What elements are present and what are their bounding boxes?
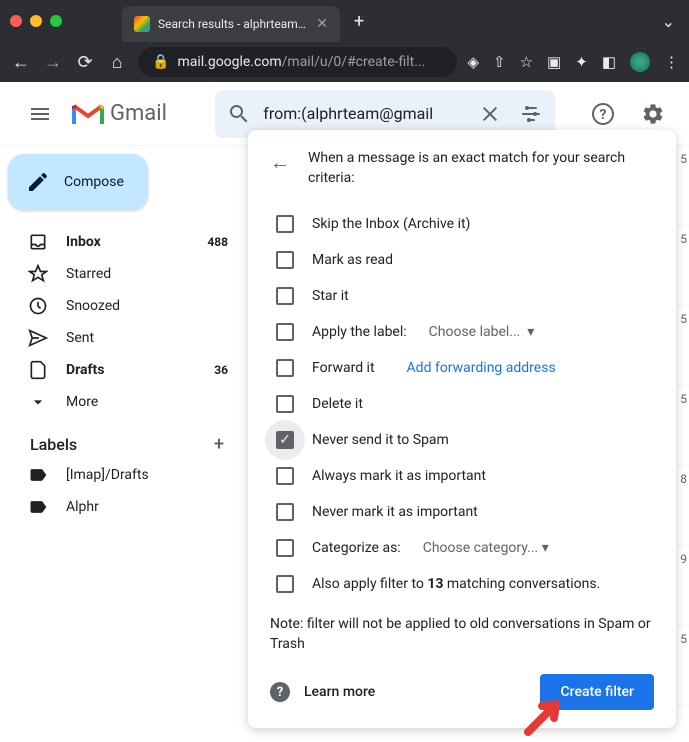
eye-icon[interactable]: ◈ bbox=[467, 53, 479, 71]
kebab-menu-icon[interactable]: ⋮ bbox=[664, 53, 679, 71]
close-window-icon[interactable] bbox=[10, 15, 22, 27]
forward-button[interactable]: → bbox=[42, 52, 64, 73]
close-tab-icon[interactable]: ✕ bbox=[316, 16, 328, 32]
sidebar-item-inbox[interactable]: Inbox 488 bbox=[8, 226, 240, 258]
nav-label: Sent bbox=[66, 330, 94, 346]
labels-header: Labels + bbox=[8, 418, 240, 459]
clock-icon bbox=[28, 296, 48, 316]
nav-label: Drafts bbox=[66, 362, 104, 378]
checkbox-never-spam[interactable]: ✓ bbox=[276, 431, 294, 449]
checkbox-apply-label[interactable] bbox=[276, 323, 294, 341]
url-path: /mail/u/0/#create-filt... bbox=[282, 54, 426, 70]
checkbox-forward-it[interactable] bbox=[276, 359, 294, 377]
minimize-window-icon[interactable] bbox=[30, 15, 42, 27]
browser-tab[interactable]: Search results - alphrteam@... ✕ bbox=[122, 6, 340, 42]
share-icon[interactable]: ⇧ bbox=[493, 53, 506, 71]
nav-label: Snoozed bbox=[66, 298, 120, 314]
add-forwarding-link[interactable]: Add forwarding address bbox=[407, 360, 556, 376]
option-never-important: Never mark it as important bbox=[312, 504, 478, 520]
label-item[interactable]: [Imap]/Drafts bbox=[8, 459, 240, 491]
tab-title: Search results - alphrteam@... bbox=[158, 17, 308, 31]
nav-count: 36 bbox=[214, 363, 228, 377]
checkbox-never-important[interactable] bbox=[276, 503, 294, 521]
sidebar-item-more[interactable]: More bbox=[8, 386, 240, 418]
checkbox-also-apply[interactable] bbox=[276, 575, 294, 593]
filter-note: Note: filter will not be applied to old … bbox=[270, 614, 654, 654]
label-icon bbox=[28, 497, 48, 517]
choose-label-dropdown[interactable]: Choose label... ▾ bbox=[429, 324, 535, 340]
checkbox-categorize[interactable] bbox=[276, 539, 294, 557]
send-icon bbox=[28, 328, 48, 348]
option-forward-it: Forward it bbox=[312, 360, 375, 376]
gmail-logo[interactable]: Gmail bbox=[72, 101, 167, 126]
annotation-arrow bbox=[522, 694, 566, 742]
compose-label: Compose bbox=[64, 174, 124, 190]
tabs-icon[interactable]: ▣ bbox=[547, 53, 561, 71]
help-circle-icon[interactable]: ? bbox=[270, 682, 290, 702]
lock-icon: 🔒 bbox=[152, 54, 169, 70]
sidepanel-icon[interactable]: ◧ bbox=[602, 53, 616, 71]
sidebar-item-starred[interactable]: Starred bbox=[8, 258, 240, 290]
compose-button[interactable]: Compose bbox=[8, 154, 148, 210]
option-never-spam: Never send it to Spam bbox=[312, 432, 449, 448]
option-star-it: Star it bbox=[312, 288, 349, 304]
hamburger-menu-icon[interactable] bbox=[16, 90, 64, 138]
add-label-icon[interactable]: + bbox=[214, 434, 224, 455]
option-always-important: Always mark it as important bbox=[312, 468, 486, 484]
back-button[interactable]: ← bbox=[10, 52, 32, 73]
url-host: mail.google.com bbox=[177, 54, 281, 70]
checkbox-mark-read[interactable] bbox=[276, 251, 294, 269]
nav-count: 488 bbox=[207, 235, 228, 249]
sidebar-item-drafts[interactable]: Drafts 36 bbox=[8, 354, 240, 386]
label-name: [Imap]/Drafts bbox=[66, 467, 149, 483]
back-arrow-icon[interactable]: ← bbox=[270, 150, 290, 175]
search-input[interactable] bbox=[263, 104, 466, 123]
help-icon[interactable]: ? bbox=[583, 94, 623, 134]
reload-button[interactable]: ⟳ bbox=[74, 52, 96, 73]
option-apply-label: Apply the label: bbox=[312, 324, 407, 340]
app-name: Gmail bbox=[110, 101, 167, 126]
star-icon bbox=[28, 264, 48, 284]
gmail-favicon bbox=[134, 16, 150, 32]
extensions-icon[interactable]: ✦ bbox=[575, 53, 588, 71]
settings-gear-icon[interactable] bbox=[633, 94, 673, 134]
checkbox-skip-inbox[interactable] bbox=[276, 215, 294, 233]
learn-more-link[interactable]: Learn more bbox=[304, 684, 375, 700]
sidebar-item-snoozed[interactable]: Snoozed bbox=[8, 290, 240, 322]
checkbox-delete-it[interactable] bbox=[276, 395, 294, 413]
home-button[interactable]: ⌂ bbox=[106, 52, 128, 73]
panel-title: When a message is an exact match for you… bbox=[308, 148, 654, 188]
search-icon[interactable] bbox=[223, 102, 255, 126]
search-options-icon[interactable] bbox=[515, 102, 547, 126]
nav-label: More bbox=[66, 394, 98, 410]
option-also-apply: Also apply filter to 13 matching convers… bbox=[312, 576, 600, 592]
star-icon[interactable]: ☆ bbox=[520, 53, 533, 71]
option-delete-it: Delete it bbox=[312, 396, 363, 412]
choose-category-dropdown[interactable]: Choose category... ▾ bbox=[423, 540, 549, 556]
inbox-icon bbox=[28, 232, 48, 252]
chevron-icon bbox=[28, 392, 48, 412]
checkbox-star-it[interactable] bbox=[276, 287, 294, 305]
window-controls[interactable] bbox=[10, 15, 62, 27]
option-categorize: Categorize as: bbox=[312, 540, 401, 556]
nav-label: Inbox bbox=[66, 234, 101, 250]
new-tab-button[interactable]: + bbox=[354, 11, 364, 32]
option-mark-read: Mark as read bbox=[312, 252, 393, 268]
tab-list-dropdown-icon[interactable]: ⌄ bbox=[662, 12, 675, 31]
address-bar[interactable]: 🔒 mail.google.com/mail/u/0/#create-filt.… bbox=[138, 47, 457, 77]
profile-avatar[interactable] bbox=[630, 52, 650, 72]
file-icon bbox=[28, 360, 48, 380]
label-icon bbox=[28, 465, 48, 485]
checkbox-always-important[interactable] bbox=[276, 467, 294, 485]
sidebar-item-sent[interactable]: Sent bbox=[8, 322, 240, 354]
maximize-window-icon[interactable] bbox=[50, 15, 62, 27]
label-name: Alphr bbox=[66, 499, 99, 515]
label-item[interactable]: Alphr bbox=[8, 491, 240, 523]
filter-panel: ← When a message is an exact match for y… bbox=[248, 130, 676, 728]
svg-text:?: ? bbox=[600, 107, 607, 123]
option-skip-inbox: Skip the Inbox (Archive it) bbox=[312, 216, 470, 232]
clear-search-icon[interactable] bbox=[474, 102, 506, 126]
nav-label: Starred bbox=[66, 266, 111, 282]
